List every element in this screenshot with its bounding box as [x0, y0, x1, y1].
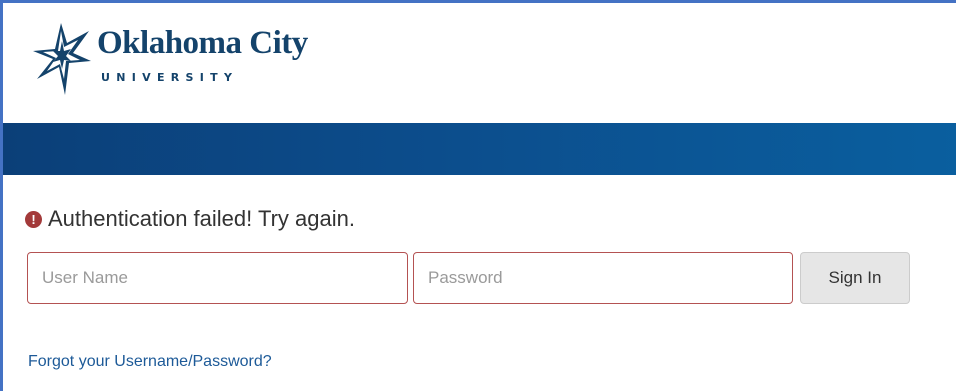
university-logo[interactable]: Oklahoma City UNIVERSITY [31, 21, 351, 101]
page-frame: Oklahoma City UNIVERSITY ! Authenticatio… [0, 0, 956, 391]
forgot-credentials-link[interactable]: Forgot your Username/Password? [28, 353, 272, 371]
okcu-star-logo-icon [33, 23, 91, 95]
site-header: Oklahoma City UNIVERSITY [3, 3, 956, 123]
sign-in-button[interactable]: Sign In [800, 252, 910, 304]
logo-name: Oklahoma City [97, 25, 308, 61]
error-message: ! Authentication failed! Try again. [25, 204, 355, 234]
password-input[interactable] [413, 252, 793, 304]
header-banner [3, 123, 956, 175]
exclamation-circle-icon: ! [25, 210, 42, 228]
username-input[interactable] [27, 252, 408, 304]
error-text: Authentication failed! Try again. [48, 206, 355, 231]
logo-subtitle: UNIVERSITY [101, 71, 239, 84]
